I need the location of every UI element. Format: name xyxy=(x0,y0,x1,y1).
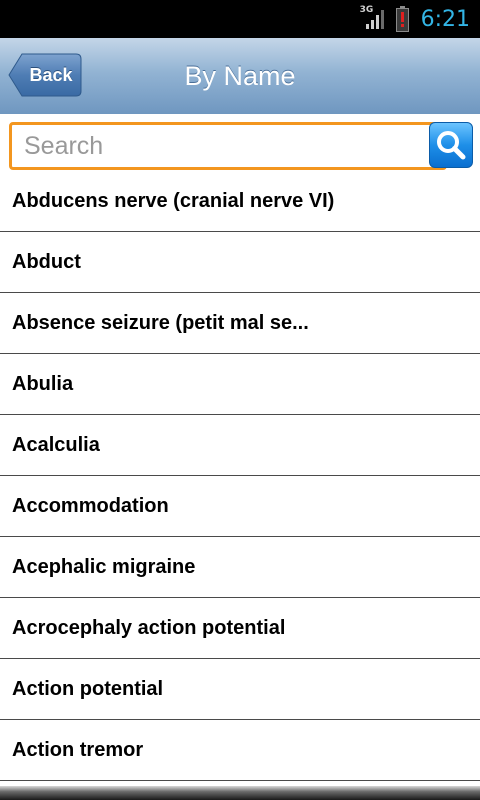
bottom-shadow xyxy=(0,786,480,800)
list-item[interactable]: Abulia xyxy=(0,354,480,415)
status-bar: 3G 6:21 xyxy=(0,0,480,38)
list-item[interactable]: Absence seizure (petit mal se... xyxy=(0,293,480,354)
list-item[interactable]: Acephalic migraine xyxy=(0,537,480,598)
list-item[interactable]: Acalculia xyxy=(0,415,480,476)
magnifier-icon xyxy=(437,131,466,160)
app-header: By Name Back xyxy=(0,38,480,115)
term-list: Abducens nerve (cranial nerve VI) Abduct… xyxy=(0,172,480,781)
list-item[interactable]: Abduct xyxy=(0,232,480,293)
battery-alert-icon xyxy=(395,6,409,32)
back-button[interactable]: Back xyxy=(8,53,82,97)
back-button-label: Back xyxy=(29,65,73,85)
list-item[interactable]: Accommodation xyxy=(0,476,480,537)
search-button[interactable] xyxy=(429,122,473,168)
clock: 6:21 xyxy=(420,6,470,32)
list-item[interactable]: Action tremor xyxy=(0,720,480,781)
search-input[interactable] xyxy=(9,122,447,170)
list-item[interactable]: Abducens nerve (cranial nerve VI) xyxy=(0,172,480,232)
signal-icon: 3G xyxy=(358,0,388,38)
list-item[interactable]: Action potential xyxy=(0,659,480,720)
list-item[interactable]: Acrocephaly action potential xyxy=(0,598,480,659)
search-bar xyxy=(0,114,480,176)
